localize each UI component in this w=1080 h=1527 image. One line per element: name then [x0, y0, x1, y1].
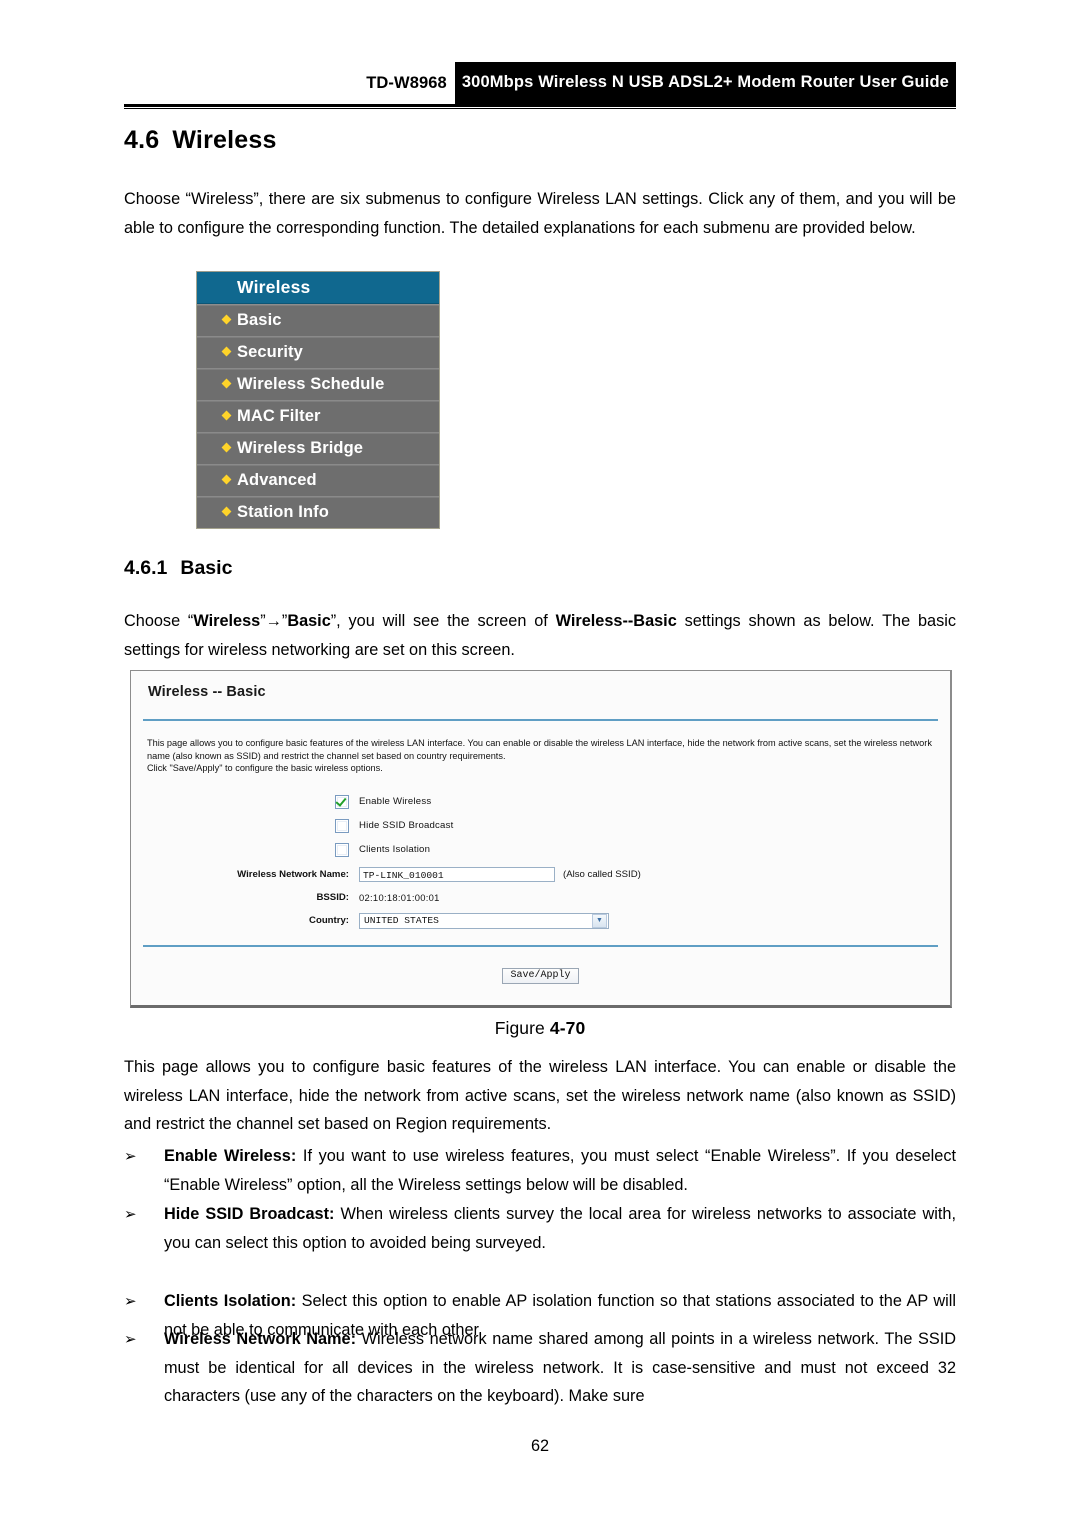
header-model-name: TD-W8968 [366, 73, 447, 92]
country-select-value: UNITED STATES [364, 915, 439, 927]
figure-caption-number: 4-70 [549, 1018, 586, 1038]
ui-description-line-2: name (also known as SSID) and restrict t… [147, 750, 506, 761]
subsection-number: 4.6.1 [124, 557, 168, 579]
wireless-nav-menu: Wireless Basic Security Wireless Schedul… [196, 271, 440, 529]
country-select[interactable]: UNITED STATES ▼ [359, 912, 609, 929]
bullet-term: Hide SSID Broadcast: [164, 1205, 335, 1223]
bullet-diamond-icon [221, 346, 232, 357]
ui-description-line-3: Click "Save/Apply" to configure the basi… [147, 763, 383, 774]
section-number: 4.6 [124, 126, 160, 154]
ui-description-line-1: This page allows you to configure basic … [147, 738, 932, 748]
section-intro-text: Choose “Wireless”, there are six submenu… [124, 190, 956, 237]
hide-ssid-broadcast-checkbox[interactable] [335, 818, 349, 833]
header-product-title: 300Mbps Wireless N USB ADSL2+ Modem Rout… [454, 62, 956, 104]
form-row-enable-wireless: Enable Wireless [131, 794, 950, 809]
nav-menu-header: Wireless [197, 271, 439, 305]
sidebar-item-label: Wireless Bridge [237, 439, 364, 457]
sidebar-item-label: Wireless Schedule [237, 375, 385, 393]
sidebar-item-security[interactable]: Security [197, 337, 439, 369]
bssid-value: 02:10:18:01:00:01 [359, 891, 440, 903]
ui-button-bar: Save/Apply [131, 964, 950, 984]
subsec-intro-prefix: Choose “ [124, 612, 194, 630]
country-label: Country: [309, 915, 349, 927]
ui-panel-title: Wireless -- Basic [148, 684, 266, 700]
wireless-network-name-label: Wireless Network Name: [237, 868, 349, 880]
bullet-diamond-icon [221, 378, 232, 389]
form-row-country: Country: UNITED STATES ▼ [131, 912, 950, 929]
arrow-bullet-icon: ➢ [124, 1330, 137, 1348]
form-row-bssid: BSSID: 02:10:18:01:00:01 [131, 892, 950, 903]
sidebar-item-station-info[interactable]: Station Info [197, 497, 439, 528]
bullet-diamond-icon [221, 442, 232, 453]
section-title-text: Wireless [172, 126, 277, 154]
subsec-intro-arrow: ”→” [260, 612, 288, 630]
subsec-intro-bold-wireless-basic: Wireless--Basic [555, 612, 677, 630]
sidebar-item-advanced[interactable]: Advanced [197, 465, 439, 497]
bullet-hide-ssid-broadcast: ➢ Hide SSID Broadcast: When wireless clie… [124, 1200, 956, 1257]
form-row-wireless-network-name: Wireless Network Name: TP-LINK_010001 (A… [131, 866, 950, 882]
enable-wireless-label: Enable Wireless [359, 796, 432, 808]
sidebar-item-label: MAC Filter [237, 407, 321, 425]
wireless-network-name-input[interactable]: TP-LINK_010001 [359, 866, 555, 882]
running-header: TD-W8968 300Mbps Wireless N USB ADSL2+ M… [124, 62, 956, 104]
bullet-diamond-icon [221, 474, 232, 485]
bullet-term: Clients Isolation: [164, 1292, 297, 1310]
figure-caption: Figure 4-70 [0, 1018, 1080, 1039]
bullet-diamond-icon [221, 506, 232, 517]
subsection-intro-paragraph: Choose “Wireless”→”Basic”, you will see … [124, 607, 956, 664]
bullet-enable-wireless: ➢ Enable Wireless: If you want to use wir… [124, 1142, 956, 1199]
hide-ssid-checkbox-cell [131, 818, 359, 833]
clients-isolation-checkbox-cell [131, 842, 359, 857]
section-intro-paragraph: Choose “Wireless”, there are six submenu… [124, 185, 956, 242]
save-apply-button[interactable]: Save/Apply [502, 967, 579, 984]
subsec-intro-bold-basic: Basic [287, 612, 331, 630]
bullet-term: Enable Wireless: [164, 1147, 297, 1165]
bullet-term: Wireless Network Name: [164, 1330, 357, 1348]
subsection-title: 4.6.1 Basic [124, 557, 232, 580]
router-ui-screenshot: Wireless -- Basic This page allows you t… [130, 670, 952, 1008]
clients-isolation-label: Clients Isolation [359, 844, 431, 856]
body-description-paragraph: This page allows you to configure basic … [124, 1053, 956, 1139]
subsec-intro-mid: ”, you will see the screen of [330, 612, 556, 630]
chevron-down-icon[interactable]: ▼ [592, 913, 607, 928]
subsection-title-text: Basic [180, 557, 233, 579]
ui-description: This page allows you to configure basic … [131, 721, 950, 775]
enable-wireless-checkbox-cell [131, 794, 359, 809]
clients-isolation-checkbox[interactable] [335, 842, 349, 857]
page-title: 4.6 Wireless [124, 126, 277, 155]
arrow-bullet-icon: ➢ [124, 1292, 137, 1310]
sidebar-item-label: Station Info [237, 503, 329, 521]
wireless-basic-form: Enable Wireless Hide SSID Broadcast Clie… [131, 794, 950, 929]
form-row-hide-ssid-broadcast: Hide SSID Broadcast [131, 818, 950, 833]
bullet-wireless-network-name: ➢ Wireless Network Name: Wireless network… [124, 1325, 956, 1411]
ssid-hint-text: (Also called SSID) [563, 868, 641, 880]
bullet-diamond-icon [221, 314, 232, 325]
body-description-text: This page allows you to configure basic … [124, 1058, 956, 1133]
arrow-bullet-icon: ➢ [124, 1205, 137, 1223]
bullet-diamond-icon [221, 410, 232, 421]
sidebar-item-label: Advanced [237, 471, 317, 489]
enable-wireless-checkbox[interactable] [335, 794, 349, 809]
sidebar-item-label: Basic [237, 311, 282, 329]
header-divider-rule [124, 104, 956, 109]
sidebar-item-wireless-schedule[interactable]: Wireless Schedule [197, 369, 439, 401]
page-number: 62 [530, 1437, 550, 1455]
ui-divider-bottom [143, 944, 938, 947]
bssid-label: BSSID: [316, 891, 349, 903]
figure-caption-prefix: Figure [494, 1018, 550, 1038]
sidebar-item-label: Security [237, 343, 303, 361]
arrow-bullet-icon: ➢ [124, 1147, 137, 1165]
subsec-intro-bold-wireless: Wireless [193, 612, 261, 630]
sidebar-item-basic[interactable]: Basic [197, 305, 439, 337]
hide-ssid-broadcast-label: Hide SSID Broadcast [359, 820, 454, 832]
sidebar-item-wireless-bridge[interactable]: Wireless Bridge [197, 433, 439, 465]
sidebar-item-mac-filter[interactable]: MAC Filter [197, 401, 439, 433]
form-row-clients-isolation: Clients Isolation [131, 842, 950, 857]
